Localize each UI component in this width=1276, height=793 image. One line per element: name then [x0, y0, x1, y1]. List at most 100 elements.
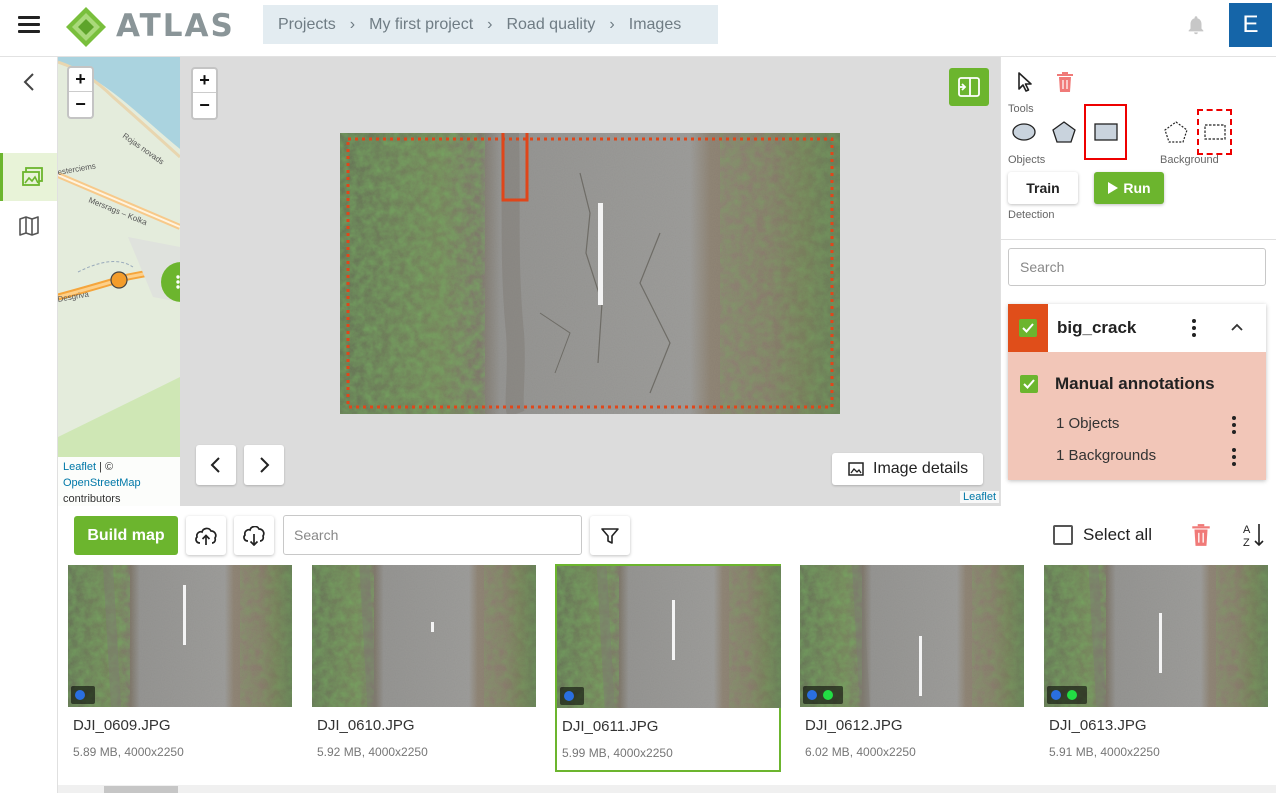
polygon-icon: [1052, 121, 1076, 143]
background-rectangle-tool[interactable]: [1197, 109, 1232, 155]
class-name[interactable]: big_crack: [1057, 318, 1136, 338]
run-button[interactable]: Run: [1094, 172, 1164, 204]
minimap-zoom-control: + −: [67, 66, 94, 119]
image-icon: [848, 462, 864, 476]
logo-text: ATLAS: [116, 8, 235, 44]
aerial-road-image[interactable]: [340, 133, 840, 414]
minimap-zoom-out-button[interactable]: −: [69, 92, 92, 116]
thumbnail-image[interactable]: [312, 565, 536, 707]
notification-bell-icon[interactable]: [1185, 14, 1207, 36]
image-details-label: Image details: [873, 460, 969, 477]
chevron-right-icon: ›: [609, 15, 615, 33]
viewer-leaflet-link[interactable]: Leaflet: [960, 491, 1000, 503]
class-menu-icon[interactable]: [1191, 319, 1197, 337]
thumbnail-meta: 5.99 MB, 4000x2250: [562, 746, 673, 760]
thumbnail-meta: 6.02 MB, 4000x2250: [805, 745, 916, 759]
osm-link[interactable]: OpenStreetMap: [63, 477, 141, 489]
images-icon: [22, 167, 43, 186]
breadcrumb-dataset[interactable]: Road quality: [506, 16, 595, 34]
group-label: Manual annotations: [1055, 374, 1215, 393]
thumbnail-meta: 5.91 MB, 4000x2250: [1049, 745, 1160, 759]
detection-label: Detection: [1008, 209, 1055, 221]
select-tool[interactable]: [1011, 68, 1039, 96]
ellipse-tool[interactable]: [1010, 118, 1038, 146]
nav-images[interactable]: [0, 153, 57, 201]
chevron-right-icon: ›: [487, 15, 493, 33]
image-search-input[interactable]: [283, 515, 582, 555]
thumbnail-image[interactable]: [557, 566, 781, 708]
horizontal-scrollbar[interactable]: [58, 785, 1276, 793]
thumbnail-card[interactable]: DJI_0613.JPG 5.91 MB, 4000x2250: [1044, 565, 1270, 773]
group-visibility-checkbox[interactable]: [1020, 375, 1038, 393]
annotation-dots: [1047, 686, 1087, 704]
attribution-separator: | ©: [96, 461, 114, 473]
thumbnail-card[interactable]: DJI_0609.JPG 5.89 MB, 4000x2250: [68, 565, 294, 773]
image-details-button[interactable]: Image details: [832, 453, 983, 485]
filter-icon: [601, 527, 619, 544]
sort-az-icon[interactable]: A Z: [1242, 522, 1266, 548]
atlas-logo[interactable]: ATLAS: [64, 3, 254, 49]
thumbnail-card[interactable]: DJI_0611.JPG 5.99 MB, 4000x2250: [555, 564, 781, 772]
cloud-download-icon: [243, 525, 265, 546]
check-icon: [1022, 323, 1034, 333]
viewer-zoom-out-button[interactable]: −: [193, 93, 216, 117]
thumbnail-meta: 5.89 MB, 4000x2250: [73, 745, 184, 759]
svg-text:Z: Z: [1243, 537, 1250, 548]
backgrounds-menu-icon[interactable]: [1231, 448, 1237, 466]
annotation-dot-icon: [823, 690, 833, 700]
panel-divider: [1001, 239, 1276, 240]
trash-icon[interactable]: [1190, 523, 1212, 547]
thumbnail-filename: DJI_0611.JPG: [562, 718, 659, 735]
map-icon[interactable]: [17, 214, 41, 238]
leaflet-link[interactable]: Leaflet: [63, 461, 96, 473]
objects-count[interactable]: 1 Objects: [1056, 415, 1119, 432]
trash-icon: [1057, 72, 1073, 92]
breadcrumb-project[interactable]: My first project: [369, 16, 473, 34]
breadcrumb-images: Images: [628, 15, 682, 33]
thumbnail-card[interactable]: DJI_0610.JPG 5.92 MB, 4000x2250: [312, 565, 538, 773]
dashed-polygon-icon: [1164, 121, 1188, 143]
upload-button[interactable]: [186, 516, 226, 555]
filter-button[interactable]: [590, 516, 630, 555]
download-button[interactable]: [234, 516, 274, 555]
select-all-checkbox[interactable]: [1053, 525, 1073, 545]
thumbnail-filename: DJI_0609.JPG: [73, 717, 171, 734]
minimap-zoom-in-button[interactable]: +: [69, 68, 92, 92]
backgrounds-count[interactable]: 1 Backgrounds: [1056, 447, 1156, 464]
class-visibility-checkbox[interactable]: [1019, 319, 1037, 337]
chevron-up-icon[interactable]: [1230, 322, 1244, 332]
polygon-tool[interactable]: [1050, 118, 1078, 146]
select-all-label[interactable]: Select all: [1083, 525, 1152, 545]
scrollbar-thumb[interactable]: [104, 786, 178, 793]
annotation-dots: [803, 686, 843, 704]
compare-view-button[interactable]: [949, 68, 989, 106]
train-button[interactable]: Train: [1008, 172, 1078, 204]
check-icon: [1023, 379, 1035, 389]
rectangle-tool[interactable]: [1084, 104, 1127, 160]
build-map-button[interactable]: Build map: [74, 516, 178, 555]
objects-menu-icon[interactable]: [1231, 416, 1237, 434]
hamburger-menu-icon[interactable]: [18, 16, 40, 38]
breadcrumb: Projects › My first project › Road quali…: [263, 5, 718, 44]
viewer-zoom-in-button[interactable]: +: [193, 69, 216, 93]
chevron-right-icon: ›: [349, 15, 356, 33]
thumbnail-card[interactable]: DJI_0612.JPG 6.02 MB, 4000x2250: [800, 565, 1026, 773]
breadcrumb-projects[interactable]: Projects: [278, 16, 336, 34]
image-viewer[interactable]: + − Image details Leaflet: [180, 57, 1000, 506]
thumbnail-filename: DJI_0612.JPG: [805, 717, 903, 734]
next-image-button[interactable]: [244, 445, 284, 485]
tools-label: Tools: [1008, 103, 1034, 115]
chevron-left-icon: [210, 457, 220, 473]
annotation-dots: [71, 686, 95, 704]
chevron-left-icon[interactable]: [20, 71, 40, 93]
delete-tool[interactable]: [1051, 68, 1079, 96]
background-polygon-tool[interactable]: [1162, 118, 1190, 146]
attribution-contributors: contributors: [63, 493, 121, 505]
background-label: Background: [1160, 154, 1219, 166]
class-search-input[interactable]: [1008, 248, 1266, 286]
thumbnail-image[interactable]: [68, 565, 292, 707]
previous-image-button[interactable]: [196, 445, 236, 485]
pointer-icon: [1018, 72, 1032, 92]
thumbnail-filename: DJI_0610.JPG: [317, 717, 415, 734]
user-avatar[interactable]: E: [1229, 3, 1272, 47]
